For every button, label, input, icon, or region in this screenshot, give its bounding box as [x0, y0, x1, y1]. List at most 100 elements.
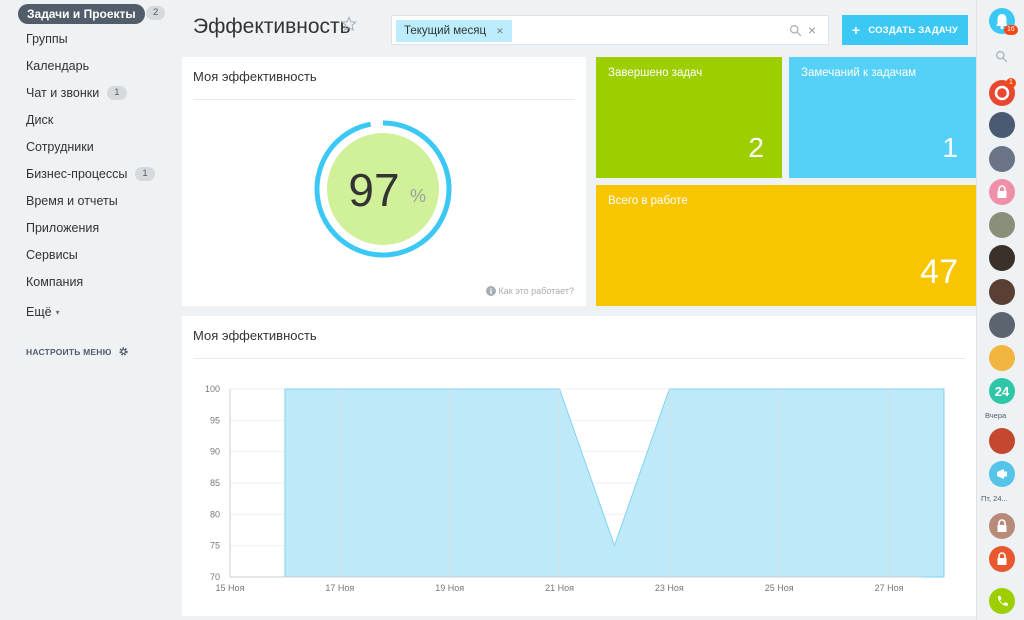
lock-icon: [997, 519, 1007, 532]
y-tick-label: 70: [210, 572, 220, 582]
avatar-user-6[interactable]: [989, 312, 1015, 338]
tasks-count-badge: 2: [146, 6, 166, 20]
configure-menu-button[interactable]: НАСТРОИТЬ МЕНЮ: [26, 346, 129, 357]
friday-label: Пт, 24...: [981, 494, 1008, 503]
sidebar-item-label: Задачи и Проекты: [27, 7, 136, 21]
chat-count-badge: 1: [107, 86, 127, 100]
right-bar: 16 1 24 Вчера Пт, 24...: [976, 0, 1024, 620]
avatar-user-2[interactable]: [989, 146, 1015, 172]
x-tick-label: 27 Ноя: [875, 583, 904, 593]
efficiency-chart: 70 75 80 85 90 95 100 15 Ноя 17 Ноя 19 Ноя 21 Ноя 2…: [205, 384, 945, 593]
y-tick-label: 95: [210, 415, 220, 425]
chart-panel-title: Моя эффективность: [193, 328, 317, 343]
search-icon[interactable]: [789, 24, 802, 37]
avatar-locked-3[interactable]: [989, 546, 1015, 572]
efficiency-gauge: 97 %: [314, 120, 452, 258]
sidebar-item-label: Сотрудники: [26, 140, 94, 154]
efficiency-value: 97: [348, 164, 399, 216]
x-tick-label: 17 Ноя: [325, 583, 354, 593]
sidebar-item-apps[interactable]: Приложения: [26, 219, 99, 237]
create-task-label: СОЗДАТЬ ЗАДАЧУ: [868, 24, 959, 36]
sidebar-item-services[interactable]: Сервисы: [26, 246, 78, 264]
sidebar-item-time[interactable]: Время и отчеты: [26, 192, 118, 210]
lock-icon: [997, 552, 1007, 565]
efficiency-panel: Моя эффективность 97 % Как это работает?: [182, 57, 586, 306]
info-icon: [485, 286, 496, 296]
avatar-announcement[interactable]: [989, 461, 1015, 487]
sidebar-item-more[interactable]: Ещё ▾: [26, 303, 60, 321]
divider: [193, 99, 575, 100]
sidebar-item-company[interactable]: Компания: [26, 273, 83, 291]
star-icon[interactable]: [341, 16, 357, 32]
sidebar-item-chat[interactable]: Чат и звонки 1: [26, 84, 127, 102]
avatar-locked-1[interactable]: [989, 179, 1015, 205]
avatar-locked-2[interactable]: [989, 513, 1015, 539]
how-it-works-link[interactable]: Как это работает?: [485, 286, 574, 296]
sidebar-item-label: Бизнес-процессы: [26, 167, 128, 181]
sidebar-item-label: Ещё: [26, 305, 52, 319]
sidebar-item-label: Приложения: [26, 221, 100, 235]
sidebar-item-label: Сервисы: [26, 248, 78, 262]
configure-menu-label: НАСТРОИТЬ МЕНЮ: [26, 346, 112, 357]
avatar-user-4[interactable]: [989, 245, 1015, 271]
sidebar-item-label: Диск: [26, 113, 54, 127]
sidebar-item-label: Чат и звонки: [26, 86, 100, 100]
create-task-button[interactable]: + СОЗДАТЬ ЗАДАЧУ: [842, 15, 968, 45]
close-icon[interactable]: ✕: [496, 26, 504, 37]
tile-completed-value: 2: [748, 132, 764, 163]
avatar-user-8[interactable]: [989, 428, 1015, 454]
notification-count-badge: 16: [1004, 25, 1018, 35]
gear-icon: [118, 347, 128, 356]
y-tick-label: 80: [210, 509, 220, 519]
tile-in-work-title: Всего в работе: [608, 195, 688, 207]
how-it-works-label: Как это работает?: [498, 286, 574, 296]
bitrix24-label: 24: [994, 383, 1010, 399]
y-tick-label: 85: [210, 478, 220, 488]
tile-completed-title: Завершено задач: [608, 67, 703, 79]
bizproc-count-badge: 1: [135, 167, 155, 181]
page-title: Эффективность: [193, 15, 351, 38]
avatar-user-5[interactable]: [989, 279, 1015, 305]
clear-filter-icon[interactable]: ×: [808, 23, 820, 37]
filter-search-box[interactable]: Текущий месяц ✕ ×: [391, 15, 829, 45]
filter-tag-label: Текущий месяц: [404, 25, 487, 37]
sidebar-item-label: Календарь: [26, 59, 90, 73]
left-sidebar: Задачи и Проекты 2 Группы Календарь Чат …: [0, 0, 182, 620]
tile-completed-tasks[interactable]: Завершено задач 2: [596, 57, 782, 178]
y-tick-label: 100: [205, 384, 220, 394]
sidebar-item-calendar[interactable]: Календарь: [26, 57, 89, 75]
efficiency-chart-panel: Моя эффективность 70 75 80 85 90 95 100 15 Ноя 1…: [182, 316, 976, 616]
efficiency-unit: %: [410, 186, 426, 206]
tile-in-work-value: 47: [920, 253, 958, 291]
tile-in-work[interactable]: Всего в работе 47: [596, 185, 976, 306]
x-tick-label: 21 Ноя: [545, 583, 574, 593]
sidebar-item-groups[interactable]: Группы: [26, 30, 68, 48]
divider: [193, 358, 965, 359]
x-tick-label: 19 Ноя: [435, 583, 464, 593]
x-tick-label: 25 Ноя: [765, 583, 794, 593]
filter-tag-current-month[interactable]: Текущий месяц ✕: [396, 20, 512, 42]
sidebar-item-label: Компания: [26, 275, 84, 289]
sidebar-item-employees[interactable]: Сотрудники: [26, 138, 94, 156]
sidebar-item-label: Время и отчеты: [26, 194, 118, 208]
search-icon[interactable]: [995, 50, 1008, 63]
sidebar-item-bizproc[interactable]: Бизнес-процессы 1: [26, 165, 155, 183]
plus-icon: +: [851, 22, 861, 38]
unread-count-badge: 1: [1006, 78, 1016, 88]
chevron-down-icon: ▾: [55, 307, 60, 317]
tile-task-remarks[interactable]: Замечаний к задачам 1: [789, 57, 976, 178]
call-button[interactable]: [989, 588, 1015, 614]
efficiency-panel-title: Моя эффективность: [193, 69, 317, 84]
phone-icon: [997, 596, 1008, 606]
tile-remarks-title: Замечаний к задачам: [801, 67, 917, 79]
sidebar-item-disk[interactable]: Диск: [26, 111, 53, 129]
lock-icon: [997, 185, 1007, 198]
yesterday-label: Вчера: [985, 411, 1007, 420]
bitrix24-icon[interactable]: 24: [989, 378, 1015, 404]
tile-remarks-value: 1: [942, 132, 958, 163]
avatar-user-7[interactable]: [989, 345, 1015, 371]
x-tick-label: 23 Ноя: [655, 583, 684, 593]
sidebar-item-tasks[interactable]: Задачи и Проекты: [18, 4, 145, 24]
avatar-user-3[interactable]: [989, 212, 1015, 238]
avatar-user-1[interactable]: [989, 112, 1015, 138]
